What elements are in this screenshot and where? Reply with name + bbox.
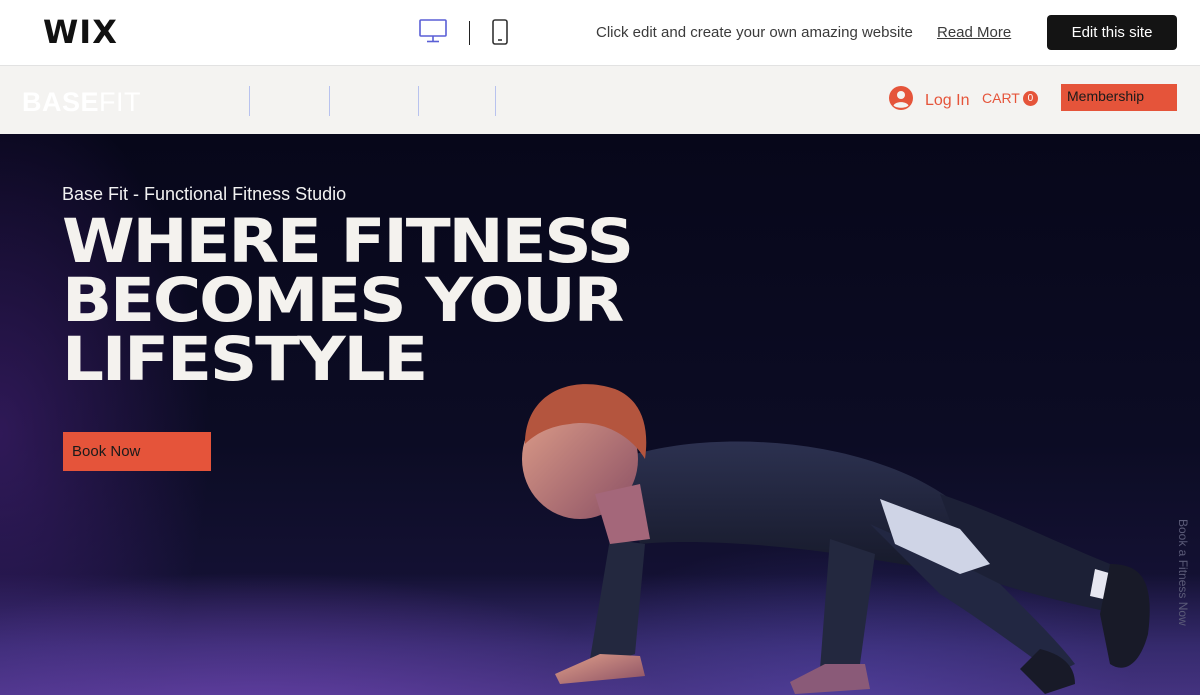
hero-title: WHERE FITNESS BECOMES YOUR LIFESTYLE [62, 206, 818, 395]
hero-subtitle: Base Fit - Functional Fitness Studio [62, 184, 347, 204]
nav-separator [249, 86, 250, 116]
cart-button[interactable]: CART 0 [982, 90, 1038, 106]
cart-count-badge: 0 [1022, 90, 1038, 106]
brand-bold: BASE [22, 87, 100, 117]
cart-label: CART [982, 90, 1020, 106]
login-button[interactable]: Log In [889, 86, 969, 110]
site-logo[interactable]: BASEFIT [22, 87, 141, 118]
hero-section: Base Fit - Functional Fitness Studio WHE… [0, 134, 1200, 695]
hero-title-line: LIFESTYLE [62, 324, 428, 395]
hero-title-line: BECOMES YOUR [62, 265, 624, 336]
membership-button[interactable]: Membership [1061, 84, 1177, 111]
read-more-link[interactable]: Read More [937, 24, 1011, 41]
nav-separator [418, 86, 419, 116]
wix-top-bar: WIX Click edit and create your own amazi… [0, 0, 1200, 66]
side-vertical-text: Book a Fitness Now [1176, 519, 1190, 626]
login-label: Log In [925, 92, 970, 109]
device-divider [469, 21, 470, 45]
wix-logo[interactable]: WIX [43, 13, 118, 51]
edit-site-button[interactable]: Edit this site [1047, 15, 1177, 50]
book-now-button[interactable]: Book Now [63, 432, 211, 471]
desktop-view-icon[interactable] [418, 18, 448, 49]
user-avatar-icon [889, 86, 913, 110]
site-header: BASEFIT Log In CART 0 Membership [0, 66, 1200, 134]
brand-light: FIT [99, 87, 142, 117]
mobile-view-icon[interactable] [491, 18, 509, 51]
nav-separator [329, 86, 330, 116]
nav-separator [495, 86, 496, 116]
athlete-pushup-image [522, 384, 1150, 694]
hero-title-line: WHERE FITNESS [62, 206, 634, 277]
wix-tagline: Click edit and create your own amazing w… [596, 24, 913, 41]
